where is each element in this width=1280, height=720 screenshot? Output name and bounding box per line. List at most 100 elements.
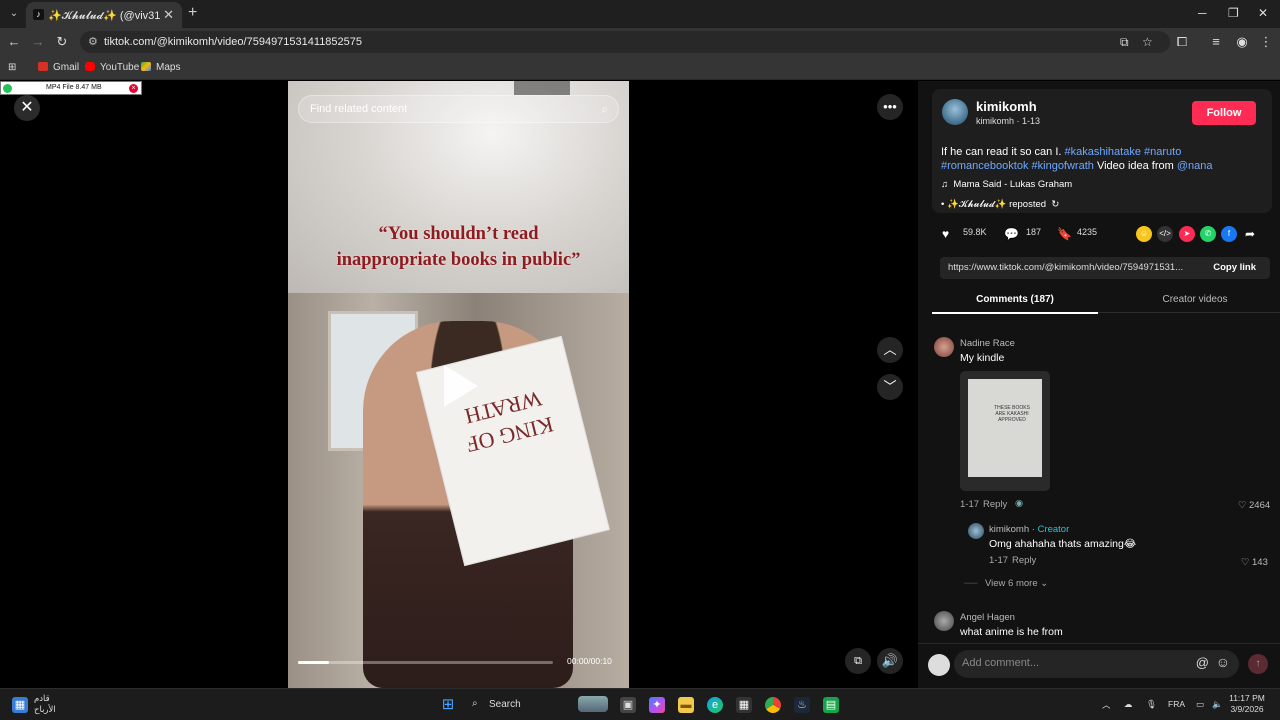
network-icon[interactable]: ▭ bbox=[1196, 699, 1204, 710]
chevron-up-icon[interactable]: ︿ bbox=[1102, 699, 1111, 711]
reply-like-icon[interactable]: ♡ bbox=[1241, 557, 1250, 568]
clock[interactable]: 11:17 PM 3/9/2026 bbox=[1222, 693, 1272, 715]
share-link-url[interactable]: https://www.tiktok.com/@kimikomh/video/7… bbox=[948, 262, 1190, 273]
address-bar[interactable]: ⚙ tiktok.com/@kimikomh/video/75949715314… bbox=[80, 31, 1170, 53]
steam-icon[interactable]: ♨ bbox=[794, 697, 810, 713]
onedrive-icon[interactable]: ☁ bbox=[1124, 699, 1133, 710]
reply-button[interactable]: Reply bbox=[983, 499, 1007, 510]
profile-icon[interactable]: ◉ bbox=[1234, 34, 1250, 50]
menu-icon[interactable]: ⋮ bbox=[1258, 34, 1274, 50]
tab-close-icon[interactable]: ✕ bbox=[163, 7, 174, 23]
tab-title: ✨𝓚𝓱𝓾𝓵𝓾𝓭✨ (@viv3144) | T bbox=[48, 10, 160, 22]
back-icon[interactable]: ← bbox=[6, 34, 22, 49]
edge-icon[interactable]: e bbox=[707, 697, 723, 713]
store-icon[interactable]: ▦ bbox=[736, 697, 752, 713]
new-tab-button[interactable]: + bbox=[188, 4, 197, 22]
address-url[interactable]: tiktok.com/@kimikomh/video/7594971531411… bbox=[104, 36, 362, 48]
comment-input[interactable]: Add comment... @ ☺ bbox=[954, 650, 1239, 678]
tab-creator-videos[interactable]: Creator videos bbox=[1112, 294, 1278, 305]
whatsapp-share-icon[interactable]: ✆ bbox=[1200, 226, 1216, 242]
file-explorer-icon[interactable]: ▬ bbox=[678, 697, 694, 713]
search-icon: ⌕ bbox=[472, 698, 478, 709]
reply-author[interactable]: kimikomh · Creator bbox=[989, 524, 1069, 535]
microphone-icon[interactable]: 🎙 bbox=[1146, 699, 1157, 710]
avatar[interactable] bbox=[928, 654, 950, 676]
comment-image[interactable]: THESE BOOKS ARE KAKASHI APPROVED bbox=[960, 371, 1050, 491]
previous-video-icon[interactable]: ︿ bbox=[877, 337, 903, 363]
apps-grid-icon[interactable]: ⊞ bbox=[8, 62, 16, 73]
related-search-input[interactable]: Find related content ⌕ bbox=[298, 95, 619, 123]
extensions-icon[interactable]: ⧠ bbox=[1174, 34, 1190, 50]
volume-icon[interactable]: 🔊 bbox=[877, 648, 903, 674]
embed-icon[interactable]: </> bbox=[1157, 226, 1173, 242]
bookmark-maps[interactable]: Maps bbox=[141, 62, 180, 73]
bookmark-youtube[interactable]: YouTube bbox=[85, 62, 139, 73]
comment-author[interactable]: Nadine Race bbox=[960, 338, 1015, 349]
pip-icon[interactable]: ⧉ bbox=[845, 648, 871, 674]
favorite-icon[interactable]: 🔖 bbox=[1057, 227, 1072, 241]
start-icon[interactable]: ⊞ bbox=[440, 697, 456, 713]
avatar[interactable] bbox=[968, 523, 984, 539]
window-close-icon[interactable]: ✕ bbox=[1258, 6, 1268, 20]
follow-button[interactable]: Follow bbox=[1192, 101, 1256, 125]
widgets-icon[interactable]: ▦ bbox=[12, 697, 28, 713]
tab-search-icon[interactable]: ⌄ bbox=[6, 6, 22, 22]
next-video-icon[interactable]: ﹀ bbox=[877, 374, 903, 400]
tab-comments[interactable]: Comments (187) bbox=[932, 294, 1098, 314]
comment-icon[interactable]: 💬 bbox=[1004, 227, 1019, 241]
avatar[interactable] bbox=[934, 611, 954, 631]
media-controls-icon[interactable]: ≡ bbox=[1208, 34, 1224, 49]
search-icon[interactable]: ⌕ bbox=[601, 102, 608, 117]
app-icon[interactable]: ▤ bbox=[823, 697, 839, 713]
more-options-icon[interactable]: ••• bbox=[877, 94, 903, 120]
music-link[interactable]: ♫ Mama Said - Lukas Graham bbox=[941, 179, 1072, 190]
hashtag-link[interactable]: #kakashihatake bbox=[1065, 146, 1141, 158]
mention-icon[interactable]: @ bbox=[1196, 655, 1209, 670]
download-close-icon[interactable]: × bbox=[129, 84, 138, 93]
creator-username[interactable]: kimikomh bbox=[976, 99, 1037, 114]
reply-button[interactable]: Reply bbox=[1012, 555, 1036, 566]
mention-link[interactable]: @nana bbox=[1177, 160, 1213, 172]
like-count: 59.8K bbox=[963, 227, 987, 237]
bookmark-gmail[interactable]: Gmail bbox=[38, 62, 79, 73]
copilot-icon[interactable]: ✦ bbox=[649, 697, 665, 713]
music-title: Mama Said - Lukas Graham bbox=[953, 179, 1073, 190]
view-more-replies[interactable]: View 6 more ⌄ bbox=[985, 578, 1048, 589]
like-icon[interactable]: ♥ bbox=[942, 227, 949, 241]
video-player[interactable]: KING OF WRATH Find related content ⌕ “Yo… bbox=[288, 81, 629, 688]
restore-icon[interactable]: ❐ bbox=[1228, 6, 1239, 20]
minimize-icon[interactable]: ─ bbox=[1198, 6, 1207, 20]
hashtag-link[interactable]: #naruto bbox=[1144, 146, 1181, 158]
comment-author[interactable]: Angel Hagen bbox=[960, 612, 1015, 623]
facebook-icon[interactable]: f bbox=[1221, 226, 1237, 242]
browser-tab[interactable]: ♪ ✨𝓚𝓱𝓾𝓵𝓾𝓭✨ (@viv3144) | T ✕ bbox=[26, 2, 182, 28]
chrome-icon[interactable] bbox=[765, 697, 781, 713]
play-icon[interactable] bbox=[444, 365, 478, 407]
forward-icon[interactable]: → bbox=[30, 34, 46, 49]
close-video-button[interactable]: ✕ bbox=[14, 95, 40, 121]
coin-icon[interactable]: ☺ bbox=[1136, 226, 1152, 242]
emoji-icon[interactable]: ☺ bbox=[1216, 654, 1230, 670]
download-overlay[interactable]: MP4 File 8.47 MB × bbox=[0, 81, 142, 95]
send-comment-button[interactable]: ↑ bbox=[1248, 654, 1268, 674]
install-app-icon[interactable]: ⧉ bbox=[1120, 35, 1129, 50]
volume-tray-icon[interactable]: 🔈 bbox=[1212, 699, 1223, 710]
site-info-icon[interactable]: ⚙ bbox=[88, 35, 98, 48]
send-icon[interactable]: ➤ bbox=[1179, 226, 1195, 242]
tiktok-video-page: MP4 File 8.47 MB × ✕ KING OF WRATH Find … bbox=[0, 81, 1280, 688]
task-view-icon[interactable]: ▣ bbox=[620, 697, 636, 713]
avatar[interactable] bbox=[934, 337, 954, 357]
video-progress-bar[interactable] bbox=[298, 661, 553, 664]
bookmark-star-icon[interactable]: ☆ bbox=[1142, 35, 1153, 49]
copy-link-button[interactable]: Copy link bbox=[1213, 262, 1256, 273]
taskbar-search[interactable]: ⌕ Search bbox=[466, 694, 608, 716]
hashtag-link[interactable]: #romancebooktok bbox=[941, 160, 1028, 172]
hashtag-link[interactable]: #kingofwrath bbox=[1032, 160, 1094, 172]
comment-like-icon[interactable]: ♡ bbox=[1238, 500, 1247, 511]
reposter-name[interactable]: ✨𝓚𝓱𝓾𝓵𝓾𝓭✨ bbox=[947, 199, 1006, 210]
share-icon[interactable]: ➦ bbox=[1242, 226, 1258, 242]
language-indicator[interactable]: FRA bbox=[1168, 699, 1185, 709]
creator-avatar[interactable] bbox=[942, 99, 968, 125]
widget-text[interactable]: قادم الأرباح bbox=[34, 693, 56, 715]
reload-icon[interactable]: ↻ bbox=[54, 34, 70, 50]
